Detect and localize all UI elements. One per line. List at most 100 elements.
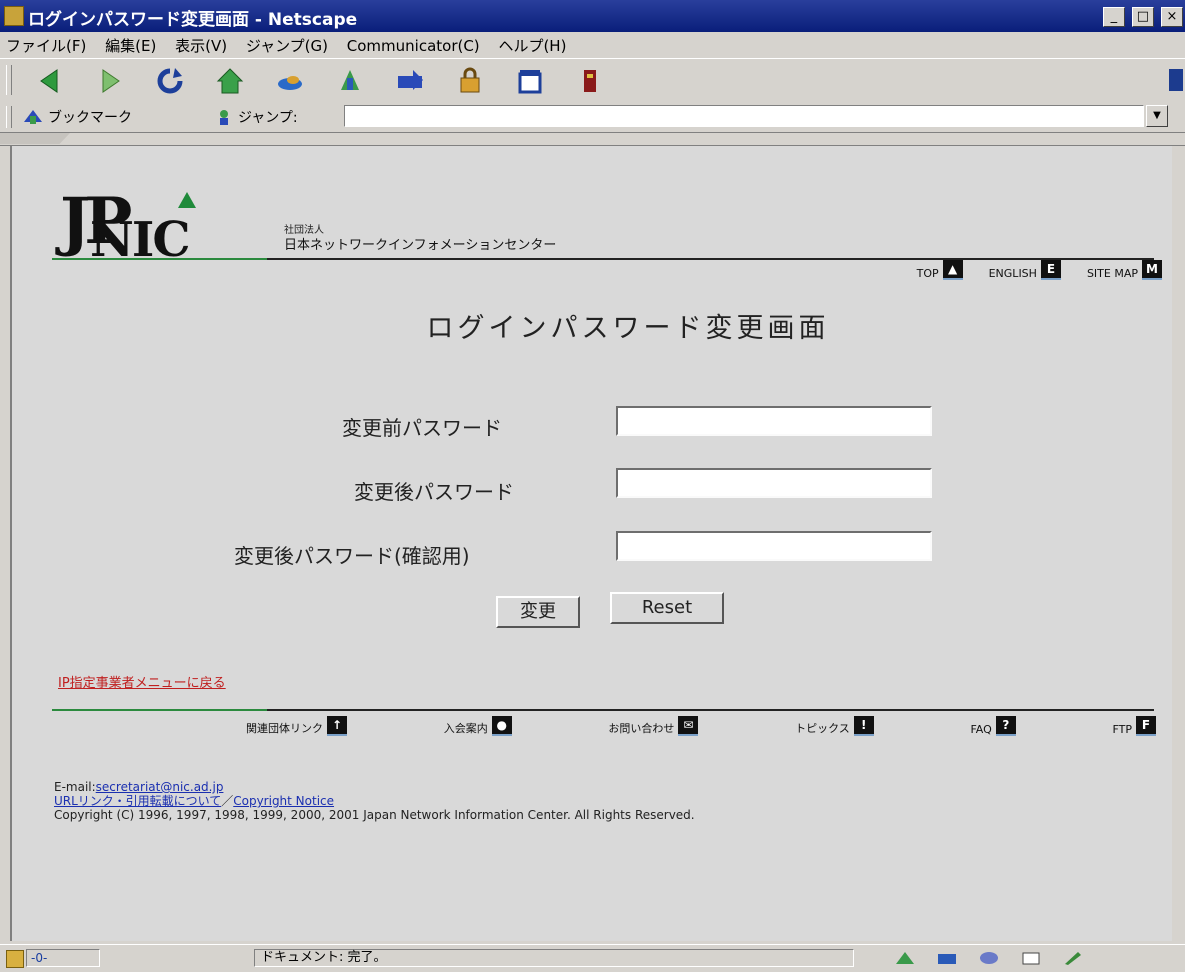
reload-icon <box>157 68 183 94</box>
nav-topics[interactable]: トピックス ! <box>795 716 874 736</box>
nav-faq-label: FAQ <box>970 723 992 736</box>
edit-pencil-icon[interactable] <box>1062 950 1084 966</box>
url-dropdown-button[interactable]: ▼ <box>1146 105 1168 127</box>
org-name: 日本ネットワークインフォメーションセンター <box>284 238 557 253</box>
nav-top-label: TOP <box>916 267 939 280</box>
footer-divider <box>52 709 1154 711</box>
search-button[interactable] <box>266 65 314 97</box>
security-icon <box>460 67 480 93</box>
reload-button[interactable] <box>146 65 194 97</box>
confirm-password-label: 変更後パスワード(確認用) <box>234 544 470 568</box>
footer-separator: ／ <box>221 794 234 808</box>
new-password-input[interactable] <box>616 468 932 498</box>
navigator-icon[interactable] <box>894 950 916 966</box>
maximize-button[interactable]: □ <box>1131 7 1154 27</box>
toolbar-grip[interactable] <box>6 65 12 95</box>
footer-email-line: E-mail:secretariat@nic.ad.jp <box>54 780 695 794</box>
location-grip[interactable] <box>6 106 12 128</box>
back-icon <box>40 69 58 93</box>
personal-toolbar-strip <box>0 133 1185 146</box>
close-button[interactable]: × <box>1161 7 1183 27</box>
component-bar <box>864 948 1182 968</box>
topics-icon: ! <box>853 716 874 736</box>
nav-contact-label: お問い合わせ <box>608 722 675 735</box>
browser-window: ログインパスワード変更画面 - Netscape _ □ × ファイル(F) 編… <box>0 0 1185 972</box>
netscape-app-icon <box>4 6 24 26</box>
menu-communicator[interactable]: Communicator(C) <box>341 34 488 55</box>
location-label-group: ジャンプ: <box>214 107 298 127</box>
bookmarks-button[interactable]: ブックマーク <box>22 107 132 127</box>
mail-icon: ✉ <box>678 716 699 736</box>
top-navigation: TOP ▲ ENGLISH E SITE MAP M <box>917 260 1162 280</box>
home-button[interactable] <box>206 65 254 97</box>
page-content: JP NIC 社団法人 日本ネットワークインフォメーションセンター TOP ▲ … <box>10 146 1172 941</box>
nav-related-links[interactable]: 関連団体リンク ↑ <box>246 716 347 736</box>
nav-sitemap[interactable]: SITE MAP M <box>1087 260 1162 280</box>
bottom-navigation: 関連団体リンク ↑ 入会案内 ● お問い合わせ ✉ トピックス ! FAQ ? … <box>246 716 1156 736</box>
composer-icon[interactable] <box>1020 950 1042 966</box>
status-bar: -0- ドキュメント: 完了。 <box>0 944 1185 972</box>
navigation-toolbar <box>0 58 1185 104</box>
nav-top[interactable]: TOP ▲ <box>917 260 963 280</box>
bookmarks-label: ブックマーク <box>48 110 132 126</box>
netscape-icon <box>341 70 359 90</box>
logo-nic-text: NIC <box>90 212 191 268</box>
reset-button[interactable]: Reset <box>610 592 724 624</box>
stop-button[interactable] <box>566 65 614 97</box>
menu-file[interactable]: ファイル(F) <box>0 32 94 56</box>
menu-bar: ファイル(F) 編集(E) 表示(V) ジャンプ(G) Communicator… <box>0 32 1185 58</box>
email-prefix: E-mail: <box>54 780 96 794</box>
print-icon <box>398 70 423 90</box>
location-label: ジャンプ: <box>238 110 298 126</box>
page-title: ログインパスワード変更画面 <box>12 306 1172 345</box>
nav-membership[interactable]: 入会案内 ● <box>444 716 512 736</box>
window-title: ログインパスワード変更画面 - Netscape <box>28 10 358 30</box>
search-icon <box>278 76 302 90</box>
nav-ftp[interactable]: FTP F <box>1112 716 1156 736</box>
back-button[interactable] <box>26 65 74 97</box>
location-icon <box>220 110 228 125</box>
forward-button[interactable] <box>86 65 134 97</box>
old-password-input[interactable] <box>616 406 932 436</box>
netscape-logo-icon <box>1169 69 1183 91</box>
change-button[interactable]: 変更 <box>496 596 580 628</box>
menu-view[interactable]: 表示(V) <box>169 32 235 56</box>
email-link[interactable]: secretariat@nic.ad.jp <box>96 780 224 794</box>
related-links-icon: ↑ <box>327 716 347 736</box>
confirm-password-input[interactable] <box>616 531 932 561</box>
menu-go[interactable]: ジャンプ(G) <box>240 32 336 56</box>
status-text: ドキュメント: 完了。 <box>254 949 854 967</box>
nav-english[interactable]: ENGLISH E <box>989 260 1061 280</box>
sitemap-icon: M <box>1142 260 1162 280</box>
nav-ftp-label: FTP <box>1112 723 1133 736</box>
mailbox-icon[interactable] <box>936 950 958 966</box>
nav-english-label: ENGLISH <box>988 267 1037 280</box>
old-password-label: 変更前パスワード <box>342 416 502 440</box>
membership-icon: ● <box>491 716 512 736</box>
ftp-icon: F <box>1136 716 1156 736</box>
security-lock-icon[interactable] <box>6 950 24 968</box>
netscape-guide-button[interactable] <box>326 65 374 97</box>
nav-related-links-label: 関連団体リンク <box>246 722 323 735</box>
toolbar-tab[interactable] <box>0 133 70 144</box>
menu-edit[interactable]: 編集(E) <box>99 32 164 56</box>
shop-button[interactable] <box>506 65 554 97</box>
discussion-icon[interactable] <box>978 950 1000 966</box>
copyright-notice-link[interactable]: Copyright Notice <box>233 794 334 808</box>
top-arrow-icon: ▲ <box>942 260 963 280</box>
footer-links-line: URLリンク・引用転載について／Copyright Notice <box>54 794 695 808</box>
url-policy-link[interactable]: URLリンク・引用転載について <box>54 794 221 808</box>
print-button[interactable] <box>386 65 434 97</box>
url-input[interactable] <box>344 105 1144 127</box>
footer: E-mail:secretariat@nic.ad.jp URLリンク・引用転載… <box>54 780 695 822</box>
nav-contact[interactable]: お問い合わせ ✉ <box>608 716 699 736</box>
forward-icon <box>102 69 120 93</box>
jpnic-logo[interactable]: JP NIC <box>60 190 220 266</box>
minimize-button[interactable]: _ <box>1102 7 1125 27</box>
menu-help[interactable]: ヘルプ(H) <box>492 32 574 56</box>
logo-triangle-icon <box>178 192 196 208</box>
back-to-menu-link[interactable]: IP指定事業者メニューに戻る <box>58 672 226 691</box>
nav-faq[interactable]: FAQ ? <box>970 716 1016 736</box>
bookmark-icon <box>24 110 42 124</box>
security-button[interactable] <box>446 65 494 97</box>
